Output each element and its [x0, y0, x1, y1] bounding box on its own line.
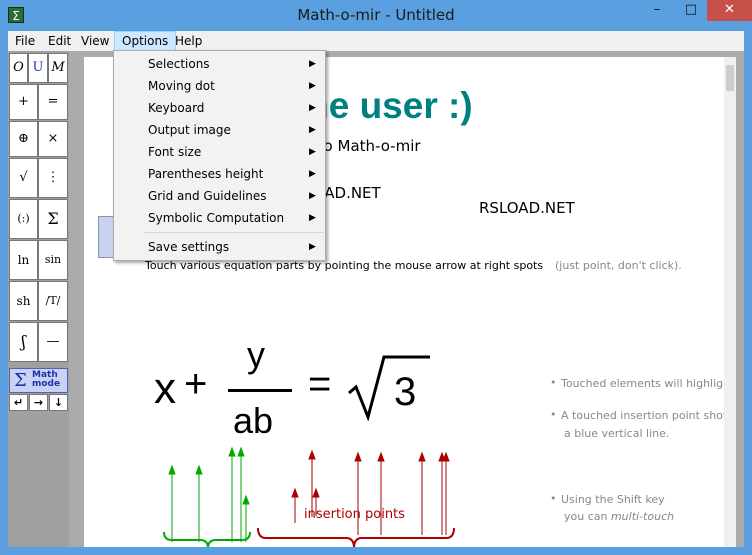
menu-item-save-settings[interactable]: Save settings ▶: [115, 236, 324, 258]
note-insertion-point-2: a blue vertical line.: [564, 427, 670, 440]
tool-sin[interactable]: sin: [38, 240, 68, 280]
note-insertion-point: A touched insertion point shov: [561, 409, 724, 422]
tool-equals[interactable]: =: [38, 84, 68, 120]
title-bar[interactable]: Σ Math-o-mir - Untitled – □ ✕: [0, 0, 752, 31]
insertion-points-label: insertion points: [304, 507, 405, 522]
app-window: Σ Math-o-mir - Untitled – □ ✕ File Edit …: [0, 0, 752, 555]
font-button-o[interactable]: O: [9, 53, 28, 83]
sigma-icon: Σ: [14, 370, 27, 391]
submenu-arrow-icon: ▶: [309, 191, 316, 201]
tool-root[interactable]: √: [9, 158, 38, 198]
submenu-arrow-icon: ▶: [309, 242, 316, 252]
toolbox: O U M + = ⊕ × √ ⋮ (:) Σ ln sin sh /T/ ʃ …: [8, 51, 69, 547]
tool-line[interactable]: —: [38, 322, 68, 362]
tool-oplus[interactable]: ⊕: [9, 121, 38, 157]
menu-item-output-image[interactable]: Output image ▶: [115, 119, 324, 141]
bullet-2: •: [550, 408, 557, 421]
menu-item-moving-dot[interactable]: Moving dot ▶: [115, 75, 324, 97]
submenu-arrow-icon: ▶: [309, 169, 316, 179]
font-button-u[interactable]: U: [28, 53, 48, 83]
math-mode-label: Math mode: [32, 370, 61, 389]
tool-sum[interactable]: Σ: [38, 199, 68, 239]
math-mode-button[interactable]: Σ Math mode: [9, 368, 68, 393]
minimize-button[interactable]: –: [642, 0, 672, 21]
enter-arrow-icon[interactable]: ↵: [9, 394, 28, 411]
vertical-scrollbar[interactable]: [724, 57, 736, 547]
tool-fraction[interactable]: ⋮: [38, 158, 68, 198]
menu-item-parentheses-height[interactable]: Parentheses height ▶: [115, 163, 324, 185]
insertion-arrows: [163, 446, 455, 547]
submenu-arrow-icon: ▶: [309, 59, 316, 69]
note-touched-elements: Touched elements will highlig: [561, 377, 724, 390]
touch-hint: (just point, don't click).: [555, 259, 682, 272]
down-arrow-icon[interactable]: ↓: [49, 394, 68, 411]
menu-options[interactable]: Options: [114, 31, 177, 51]
eq-y[interactable]: y: [247, 334, 265, 376]
tool-sh[interactable]: sh: [9, 281, 38, 321]
tool-times[interactable]: ×: [38, 121, 68, 157]
menu-separator: [144, 232, 324, 233]
note-shift-key: Using the Shift key: [561, 493, 665, 506]
note-shift-key-2: you can multi-touch: [564, 510, 675, 523]
tool-ln[interactable]: ln: [9, 240, 38, 280]
submenu-arrow-icon: ▶: [309, 125, 316, 135]
tool-parentheses[interactable]: (:): [9, 199, 38, 239]
menu-item-grid-guidelines[interactable]: Grid and Guidelines ▶: [115, 185, 324, 207]
scrollbar-thumb[interactable]: [726, 65, 734, 91]
submenu-arrow-icon: ▶: [309, 103, 316, 113]
menu-item-keyboard[interactable]: Keyboard ▶: [115, 97, 324, 119]
tool-freehand[interactable]: ʃ: [9, 322, 38, 362]
font-button-m[interactable]: M: [48, 53, 68, 83]
bullet-3: •: [550, 492, 557, 505]
menu-item-font-size[interactable]: Font size ▶: [115, 141, 324, 163]
submenu-arrow-icon: ▶: [309, 81, 316, 91]
menu-item-symbolic-computation[interactable]: Symbolic Computation ▶: [115, 207, 324, 229]
maximize-button[interactable]: □: [676, 0, 706, 21]
options-dropdown-menu: Selections ▶ Moving dot ▶ Keyboard ▶ Output…: [113, 50, 326, 261]
menu-help[interactable]: Help: [168, 31, 209, 51]
window-title: Math-o-mir - Untitled: [297, 6, 455, 24]
right-arrow-icon[interactable]: →: [29, 394, 48, 411]
submenu-arrow-icon: ▶: [309, 147, 316, 157]
menu-item-selections[interactable]: Selections ▶: [115, 53, 324, 75]
menu-file[interactable]: File: [8, 31, 42, 51]
bullet-1: •: [550, 376, 557, 389]
close-button[interactable]: ✕: [707, 0, 752, 21]
menu-view[interactable]: View: [74, 31, 116, 51]
tool-text[interactable]: /T/: [38, 281, 68, 321]
submenu-arrow-icon: ▶: [309, 213, 316, 223]
tool-plus[interactable]: +: [9, 84, 38, 120]
rsload-text-right: RSLOAD.NET: [479, 199, 575, 217]
menu-bar: File Edit View Options Help: [8, 31, 744, 51]
menu-edit[interactable]: Edit: [41, 31, 78, 51]
